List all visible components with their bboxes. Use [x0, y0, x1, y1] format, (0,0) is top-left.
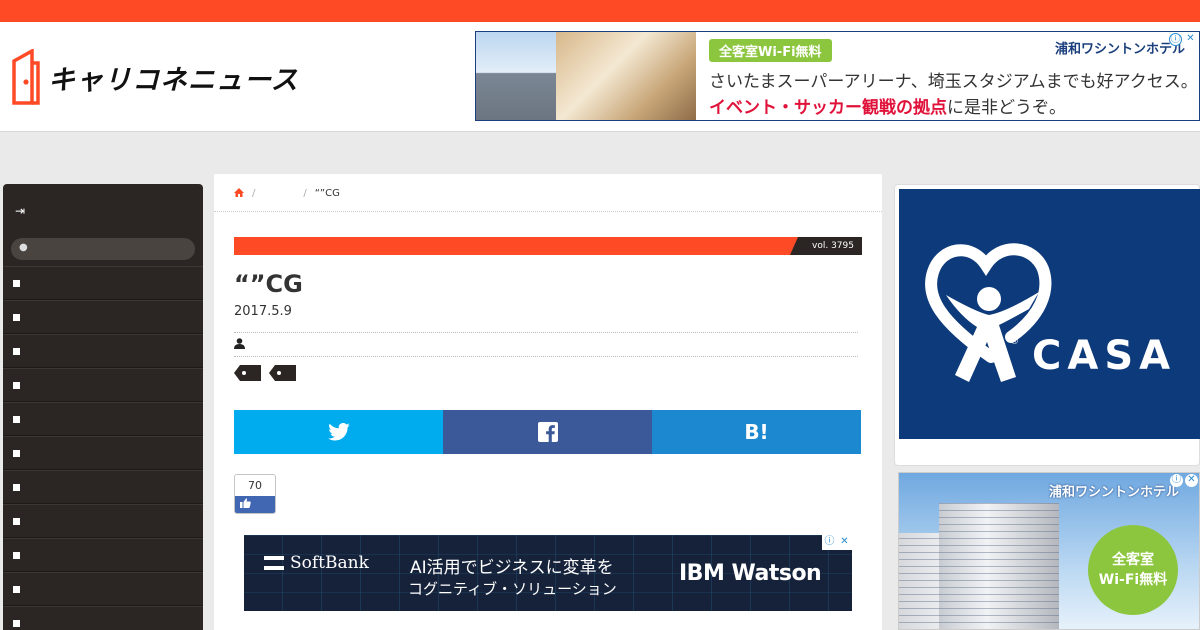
tag-icon[interactable]	[269, 365, 296, 381]
divider	[234, 356, 858, 357]
sidebar-item-10[interactable]	[3, 572, 203, 606]
bullet-icon	[13, 449, 20, 457]
sidebar-item-5[interactable]	[3, 402, 203, 436]
casa-ad[interactable]: ® CASA	[899, 189, 1200, 439]
ad-line-2: イベント・サッカー観戦の拠点に是非どうぞ。	[709, 98, 1066, 118]
ad-choices[interactable]: ⓘ ✕	[822, 535, 852, 550]
wifi-badge: 全客室 Wi-Fi無料	[1088, 525, 1178, 615]
like-button[interactable]	[235, 496, 275, 513]
close-icon[interactable]: ✕	[838, 536, 851, 549]
hotel-name: 浦和ワシントンホテル	[1054, 42, 1185, 57]
sidebar-menu-list	[3, 266, 203, 630]
breadcrumb-separator: /	[252, 188, 256, 199]
tag-list	[234, 365, 296, 381]
bullet-icon	[13, 619, 20, 627]
hotel-photo	[476, 32, 696, 120]
like-count: 70	[248, 479, 262, 492]
vol-label: vol. 3795	[790, 237, 862, 255]
author-icon[interactable]	[234, 338, 245, 352]
breadcrumb-separator: /	[303, 188, 307, 199]
site-header: キャリコネニュース 全客室Wi-Fi無料 浦和ワシントンホテル さいたまスーパー…	[0, 22, 1200, 132]
twitter-icon	[327, 423, 350, 441]
ad-choices[interactable]: ⓘ ✕	[1170, 474, 1198, 487]
login-icon: ⇥	[15, 204, 26, 218]
home-icon[interactable]	[234, 187, 244, 200]
casa-text: CASA	[1032, 333, 1177, 379]
article-main: / / “”CG vol. 3795 “”CG 2017.5.9 B! 70 S…	[214, 174, 882, 630]
bullet-icon	[13, 415, 20, 423]
sidebar-item-2[interactable]	[3, 300, 203, 334]
facebook-icon	[537, 422, 558, 442]
inline-banner-ad[interactable]: SoftBank AI活用でビジネスに変革を コグニティブ・ソリューション IB…	[244, 535, 852, 611]
bullet-icon	[13, 517, 20, 525]
sidebar-item-6[interactable]	[3, 436, 203, 470]
bullet-icon	[13, 483, 20, 491]
facebook-share-button[interactable]	[443, 410, 652, 454]
hatena-icon: B!	[744, 420, 769, 444]
sidebar-item-7[interactable]	[3, 470, 203, 504]
sidebar-item-3[interactable]	[3, 334, 203, 368]
sidebar-item-4[interactable]	[3, 368, 203, 402]
divider	[214, 211, 882, 212]
logo-text: キャリコネニュース	[48, 64, 299, 96]
search-input[interactable]: ●	[11, 238, 195, 260]
bullet-icon	[13, 381, 20, 389]
casa-ad-card[interactable]: ® CASA	[894, 184, 1200, 466]
tag-icon[interactable]	[234, 365, 261, 381]
sidebar-item-8[interactable]	[3, 504, 203, 538]
bullet-icon	[13, 279, 20, 287]
article-date: 2017.5.9	[234, 304, 292, 319]
sidebar-item-9[interactable]	[3, 538, 203, 572]
breadcrumb-current: “”CG	[314, 188, 340, 199]
adchoices-icon[interactable]: ⓘ	[1170, 474, 1183, 487]
hotel-name: 浦和ワシントンホテル	[1048, 485, 1179, 500]
ad-choices[interactable]: ⓘ ✕	[1169, 33, 1197, 46]
sidebar-item-11[interactable]	[3, 606, 203, 630]
wifi-badge: 全客室Wi-Fi無料	[709, 39, 832, 62]
ad-line-1: さいたまスーパーアリーナ、埼玉スタジアムまでも好アクセス。	[709, 72, 1198, 92]
bullet-icon	[13, 313, 20, 321]
divider	[234, 332, 858, 333]
login-button[interactable]: ⇥	[3, 184, 203, 238]
adchoices-icon[interactable]: ⓘ	[1169, 33, 1182, 46]
hotel-sidebar-ad[interactable]: 浦和ワシントンホテル 全客室 Wi-Fi無料 ⓘ ✕	[898, 472, 1200, 630]
thumbs-up-icon	[240, 498, 251, 508]
hotel-building-image	[939, 503, 1059, 629]
twitter-share-button[interactable]	[234, 410, 443, 454]
ad-copy-1: AI活用でビジネスに変革を	[410, 558, 614, 578]
logo-door-icon	[12, 49, 40, 105]
vol-bar: vol. 3795	[234, 237, 862, 255]
facebook-like-box[interactable]: 70	[234, 474, 276, 514]
softbank-logo: SoftBank	[264, 553, 369, 573]
bullet-icon	[13, 551, 20, 559]
bullet-icon	[13, 347, 20, 355]
adchoices-icon[interactable]: ⓘ	[823, 536, 836, 549]
sidebar-menu: ⇥ ●	[3, 184, 203, 630]
close-icon[interactable]: ✕	[1185, 474, 1198, 487]
close-icon[interactable]: ✕	[1184, 33, 1197, 46]
share-buttons: B!	[234, 410, 861, 454]
hatena-share-button[interactable]: B!	[652, 410, 861, 454]
sidebar-item-1[interactable]	[3, 266, 203, 300]
top-accent-bar	[0, 0, 1200, 22]
breadcrumb: / / “”CG	[234, 187, 340, 200]
bullet-icon	[13, 585, 20, 593]
article-title: “”CG	[234, 270, 303, 298]
search-icon: ●	[19, 242, 28, 253]
ibm-watson-logo: IBM Watson	[679, 561, 822, 586]
top-banner-ad[interactable]: 全客室Wi-Fi無料 浦和ワシントンホテル さいたまスーパーアリーナ、埼玉スタジ…	[475, 31, 1200, 121]
right-sidebar: ® CASA 浦和ワシントンホテル 全客室 Wi-Fi無料 ⓘ ✕	[894, 184, 1200, 630]
ad-copy-2: コグニティブ・ソリューション	[408, 580, 617, 598]
site-logo[interactable]: キャリコネニュース	[12, 49, 299, 105]
